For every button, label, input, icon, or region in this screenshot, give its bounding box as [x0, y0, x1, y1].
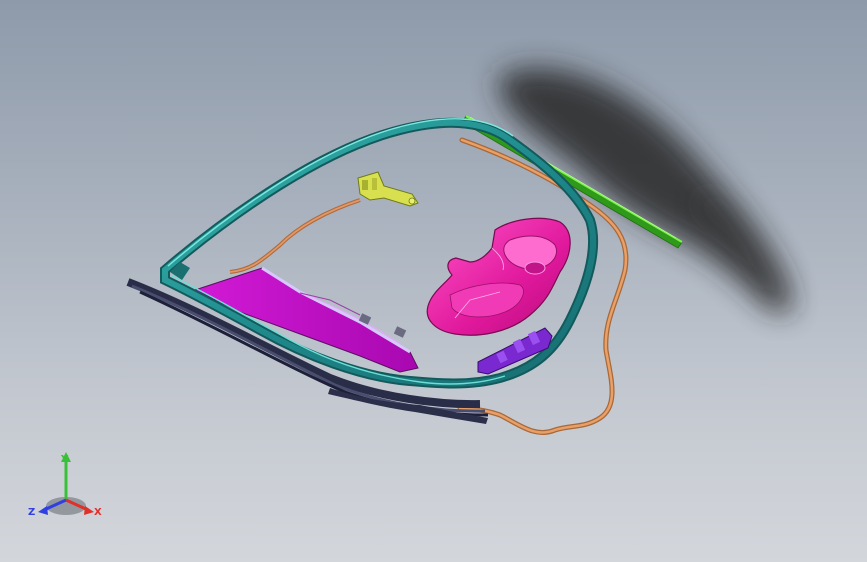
- z-axis-arrowhead-icon: [38, 506, 48, 515]
- cad-viewport[interactable]: Y X Z: [0, 0, 867, 562]
- orientation-triad[interactable]: Y X Z: [28, 448, 108, 524]
- x-axis-label: X: [94, 507, 102, 518]
- y-axis-label: Y: [60, 454, 69, 465]
- magenta-inner-panel[interactable]: [426, 217, 571, 336]
- yellow-mount-bracket[interactable]: [357, 171, 419, 207]
- z-axis-label: Z: [28, 507, 35, 518]
- x-axis-arrowhead-icon: [84, 506, 94, 515]
- model-scene[interactable]: [0, 0, 867, 562]
- violet-lock-bracket[interactable]: [477, 327, 553, 375]
